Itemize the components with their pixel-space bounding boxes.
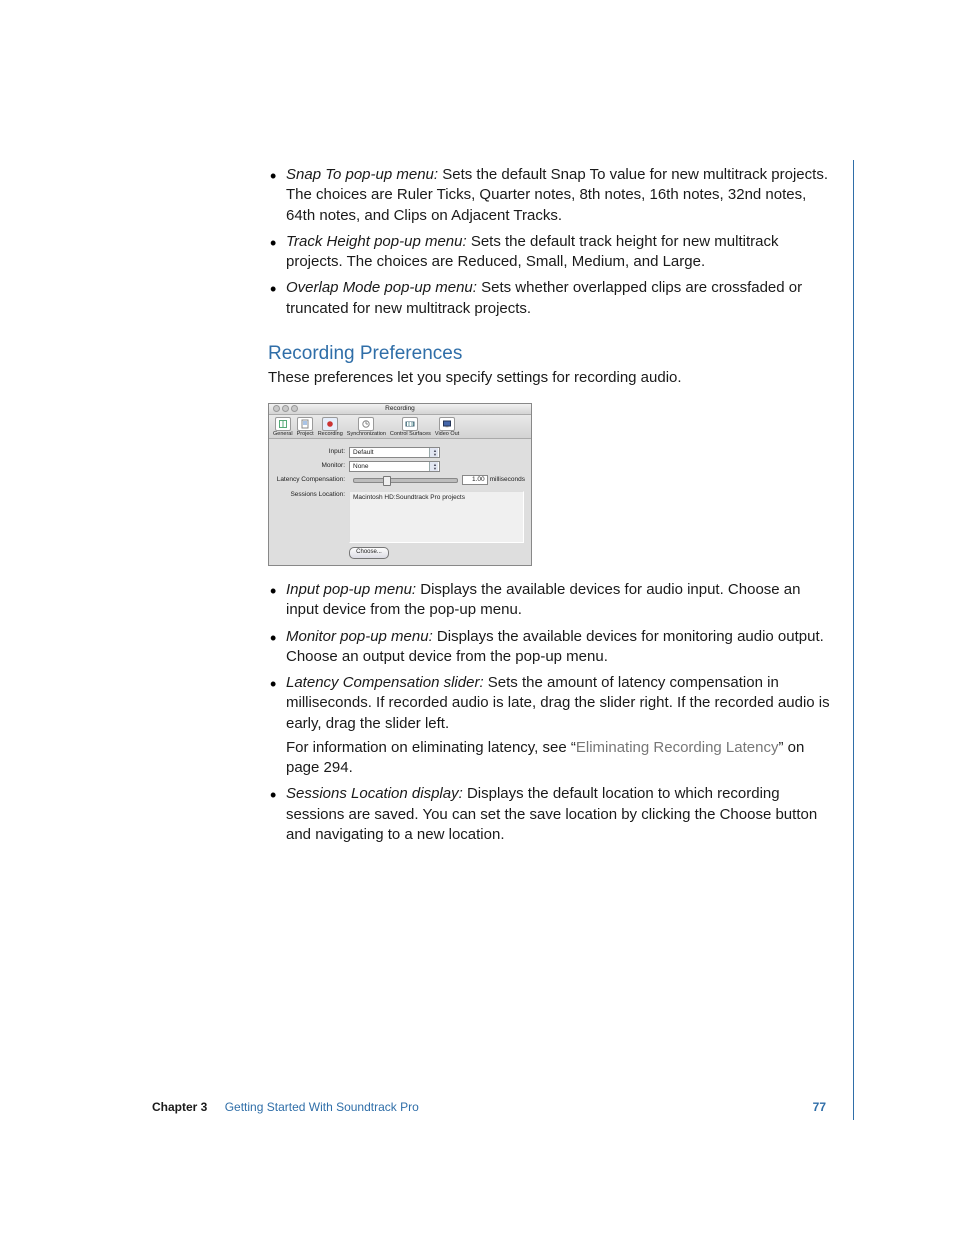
term: Track Height pop-up menu: [286,233,467,250]
sessions-label: Sessions Location: [275,491,349,500]
project-icon [297,417,313,431]
sessions-row: Sessions Location: Macintosh HD:Soundtra… [275,491,525,543]
tab-recording[interactable]: Recording [318,417,343,438]
input-label: Input: [275,448,349,457]
chapter-label: Chapter 3 [152,1100,207,1114]
list-item: Track Height pop-up menu: Sets the defau… [268,232,834,273]
term: Monitor pop-up menu: [286,628,433,645]
input-row: Input: Default ▲▼ [275,447,525,458]
preferences-panel: Input: Default ▲▼ Monitor: None ▲▼ Laten… [269,439,531,565]
popup-arrows-icon: ▲▼ [433,448,437,457]
window-title: Recording [385,405,415,412]
latency-unit: milliseconds [490,476,525,485]
bullet-list-bottom: Input pop-up menu: Displays the availabl… [268,580,834,845]
tab-video-out[interactable]: Video Out [435,417,459,438]
tab-synchronization[interactable]: Synchronization [347,417,386,438]
window-titlebar: Recording [269,404,531,415]
list-item: Monitor pop-up menu: Displays the availa… [268,627,834,668]
recording-icon [322,417,338,431]
latency-value[interactable]: 1.00 [462,475,488,485]
monitor-popup[interactable]: None ▲▼ [349,461,440,472]
section-intro: These preferences let you specify settin… [268,368,834,388]
tab-general[interactable]: General [273,417,293,438]
latency-label: Latency Compensation: [275,476,349,485]
slider-knob[interactable] [383,476,391,486]
tab-project[interactable]: Project [297,417,314,438]
latency-slider[interactable] [353,478,458,483]
list-item: Snap To pop-up menu: Sets the default Sn… [268,165,834,226]
sessions-location-display: Macintosh HD:Soundtrack Pro projects [349,491,524,543]
list-item: Sessions Location display: Displays the … [268,784,834,845]
page-number: 77 [813,1099,826,1115]
monitor-row: Monitor: None ▲▼ [275,461,525,472]
section-heading: Recording Preferences [268,341,834,367]
video-out-icon [439,417,455,431]
input-popup[interactable]: Default ▲▼ [349,447,440,458]
cross-reference-link[interactable]: Eliminating Recording Latency [576,739,779,756]
page-edge-rule [853,160,854,1120]
control-surfaces-icon [402,417,418,431]
preferences-window: Recording General Project Recording Sync… [268,403,532,567]
list-item: Overlap Mode pop-up menu: Sets whether o… [268,278,834,319]
general-icon [275,417,291,431]
sync-icon [358,417,374,431]
list-item: Input pop-up menu: Displays the availabl… [268,580,834,621]
term: Latency Compensation slider: [286,674,484,691]
chapter-title: Getting Started With Soundtrack Pro [225,1100,419,1114]
choose-button[interactable]: Choose... [349,547,389,559]
term: Overlap Mode pop-up menu: [286,279,477,296]
term: Input pop-up menu: [286,581,416,598]
preferences-toolbar: General Project Recording Synchronizatio… [269,415,531,440]
sub-paragraph: For information on eliminating latency, … [286,738,834,779]
popup-arrows-icon: ▲▼ [433,462,437,471]
tab-control-surfaces[interactable]: Control Surfaces [390,417,431,438]
latency-row: Latency Compensation: 1.00 milliseconds [275,475,525,485]
list-item: Latency Compensation slider: Sets the am… [268,673,834,778]
traffic-lights [273,405,298,412]
term: Sessions Location display: [286,785,463,802]
page-footer: Chapter 3 Getting Started With Soundtrac… [152,1099,836,1115]
term: Snap To pop-up menu: [286,166,438,183]
monitor-label: Monitor: [275,462,349,471]
bullet-list-top: Snap To pop-up menu: Sets the default Sn… [268,165,834,319]
